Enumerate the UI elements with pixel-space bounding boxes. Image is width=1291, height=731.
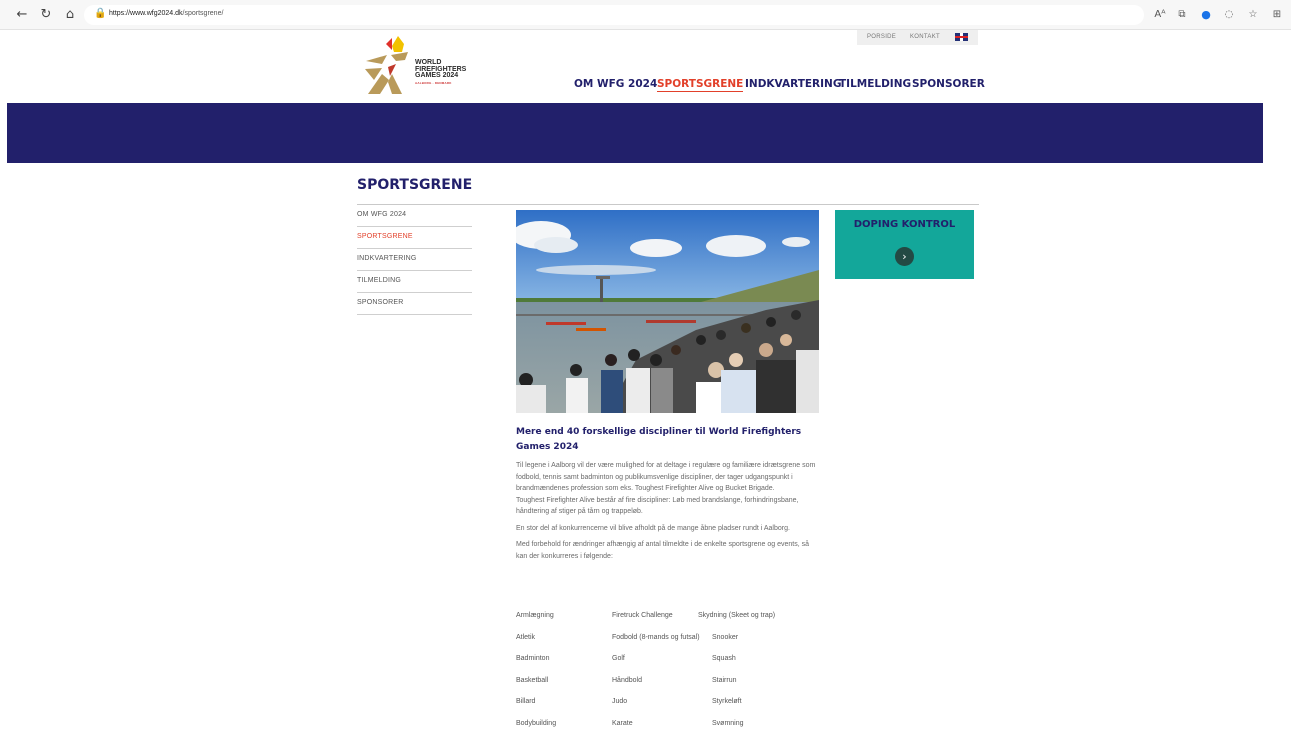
sport-item: Basketball xyxy=(516,676,549,684)
sport-item: Snooker xyxy=(712,633,739,641)
doping-control-box[interactable]: DOPING KONTROL › xyxy=(835,210,974,279)
utility-bar: PORSIDE KONTAKT xyxy=(857,30,978,45)
sport-item: Badminton xyxy=(516,655,550,662)
logo-subtitle: AALBORG · DENMARK xyxy=(415,81,452,85)
sidebar-item-om-wfg-2024[interactable]: OM WFG 2024 xyxy=(357,205,472,227)
article-heading: Mere end 40 forskellige discipliner til … xyxy=(516,427,802,452)
nav-indkvartering[interactable]: INDKVARTERING xyxy=(745,78,841,90)
sport-item: Armlægning xyxy=(516,612,554,619)
flame-logo-icon xyxy=(365,36,408,94)
address-bar[interactable]: 🔒 https://www.wfg2024.dk/sportsgrene/ xyxy=(84,5,1144,25)
sport-item: Svømning xyxy=(712,719,744,727)
extension-icon[interactable]: ● xyxy=(1199,8,1213,22)
chevron-right-icon[interactable]: › xyxy=(895,247,914,266)
lock-icon[interactable]: 🔒 xyxy=(94,8,106,19)
sidebar-item-sportsgrene[interactable]: SPORTSGRENE xyxy=(357,227,472,249)
sport-item: Bodybuilding xyxy=(516,719,557,727)
page-title: SPORTSGRENE xyxy=(357,177,473,193)
url-text[interactable]: https://www.wfg2024.dk/sportsgrene/ xyxy=(109,10,223,17)
sports-row: Basketball Håndbold Stairrun xyxy=(516,677,821,699)
sport-item: Skydning (Skeet og trap) xyxy=(698,612,776,619)
uk-flag-icon[interactable] xyxy=(955,33,968,41)
sport-item: Atletik xyxy=(516,633,536,641)
sidebar-item-sponsorer[interactable]: SPONSORER xyxy=(357,293,472,315)
utility-link-kontakt[interactable]: KONTAKT xyxy=(910,34,940,40)
article-paragraph-1: Til legene i Aalborg vil der være muligh… xyxy=(516,462,816,515)
nav-sponsorer[interactable]: SPONSORER xyxy=(912,78,985,90)
article-paragraph-3: Med forbehold for ændringer afhængig af … xyxy=(516,541,810,560)
sport-item: Håndbold xyxy=(612,676,642,684)
sports-row: Bodybuilding Karate Svømning xyxy=(516,720,821,731)
tab-actions-icon[interactable]: ⧉ xyxy=(1175,8,1189,22)
sport-item: Fodbold (8-mands og futsal) xyxy=(612,633,700,641)
nav-tilmelding[interactable]: TILMELDING xyxy=(839,78,911,90)
sport-item: Stairrun xyxy=(712,676,737,684)
sport-item: Golf xyxy=(612,655,625,662)
sports-row: Armlægning Firetruck Challenge Skydning … xyxy=(516,612,821,634)
refresh-icon[interactable]: ↻ xyxy=(38,7,54,23)
sport-item: Karate xyxy=(612,719,633,727)
sidebar-item-indkvartering[interactable]: INDKVARTERING xyxy=(357,249,472,271)
sports-row: Atletik Fodbold (8-mands og futsal) Snoo… xyxy=(516,634,821,656)
sports-list: Armlægning Firetruck Challenge Skydning … xyxy=(516,612,821,731)
logo-wordmark: WORLD FIREFIGHTERS GAMES 2024 xyxy=(415,59,467,79)
nav-om-wfg-2024[interactable]: OM WFG 2024 xyxy=(574,78,657,90)
sports-row: Billard Judo Styrkeløft xyxy=(516,698,821,720)
read-aloud-icon[interactable]: Aᴬ xyxy=(1153,8,1167,22)
sport-item: Judo xyxy=(612,698,628,705)
sport-item: Styrkeløft xyxy=(712,698,742,705)
browser-toolbar: ← ↻ ⌂ 🔒 https://www.wfg2024.dk/sportsgre… xyxy=(0,0,1291,30)
sport-item: Firetruck Challenge xyxy=(612,612,673,619)
nav-sportsgrene[interactable]: SPORTSGRENE xyxy=(657,78,744,92)
sport-item: Squash xyxy=(712,655,736,662)
home-icon[interactable]: ⌂ xyxy=(62,7,78,23)
article-paragraph-2: En stor del af konkurrencerne vil blive … xyxy=(516,524,790,532)
site-logo[interactable]: WORLD FIREFIGHTERS GAMES 2024 AALBORG · … xyxy=(362,34,472,96)
back-arrow-icon[interactable]: ← xyxy=(14,7,30,23)
event-photo xyxy=(516,210,819,413)
sport-item: Billard xyxy=(516,698,536,705)
sports-row: Badminton Golf Squash xyxy=(516,655,821,677)
doping-control-title[interactable]: DOPING KONTROL xyxy=(835,219,974,230)
copilot-icon[interactable]: ◌ xyxy=(1222,8,1236,22)
favorites-icon[interactable]: ☆ xyxy=(1246,8,1260,22)
collections-icon[interactable]: ⊞ xyxy=(1270,8,1284,22)
side-navigation: OM WFG 2024 SPORTSGRENE INDKVARTERING TI… xyxy=(357,205,472,315)
sidebar-item-tilmelding[interactable]: TILMELDING xyxy=(357,271,472,293)
utility-link-forside[interactable]: PORSIDE xyxy=(867,34,896,40)
hero-banner xyxy=(7,103,1263,163)
article-content: Mere end 40 forskellige discipliner til … xyxy=(516,425,821,567)
